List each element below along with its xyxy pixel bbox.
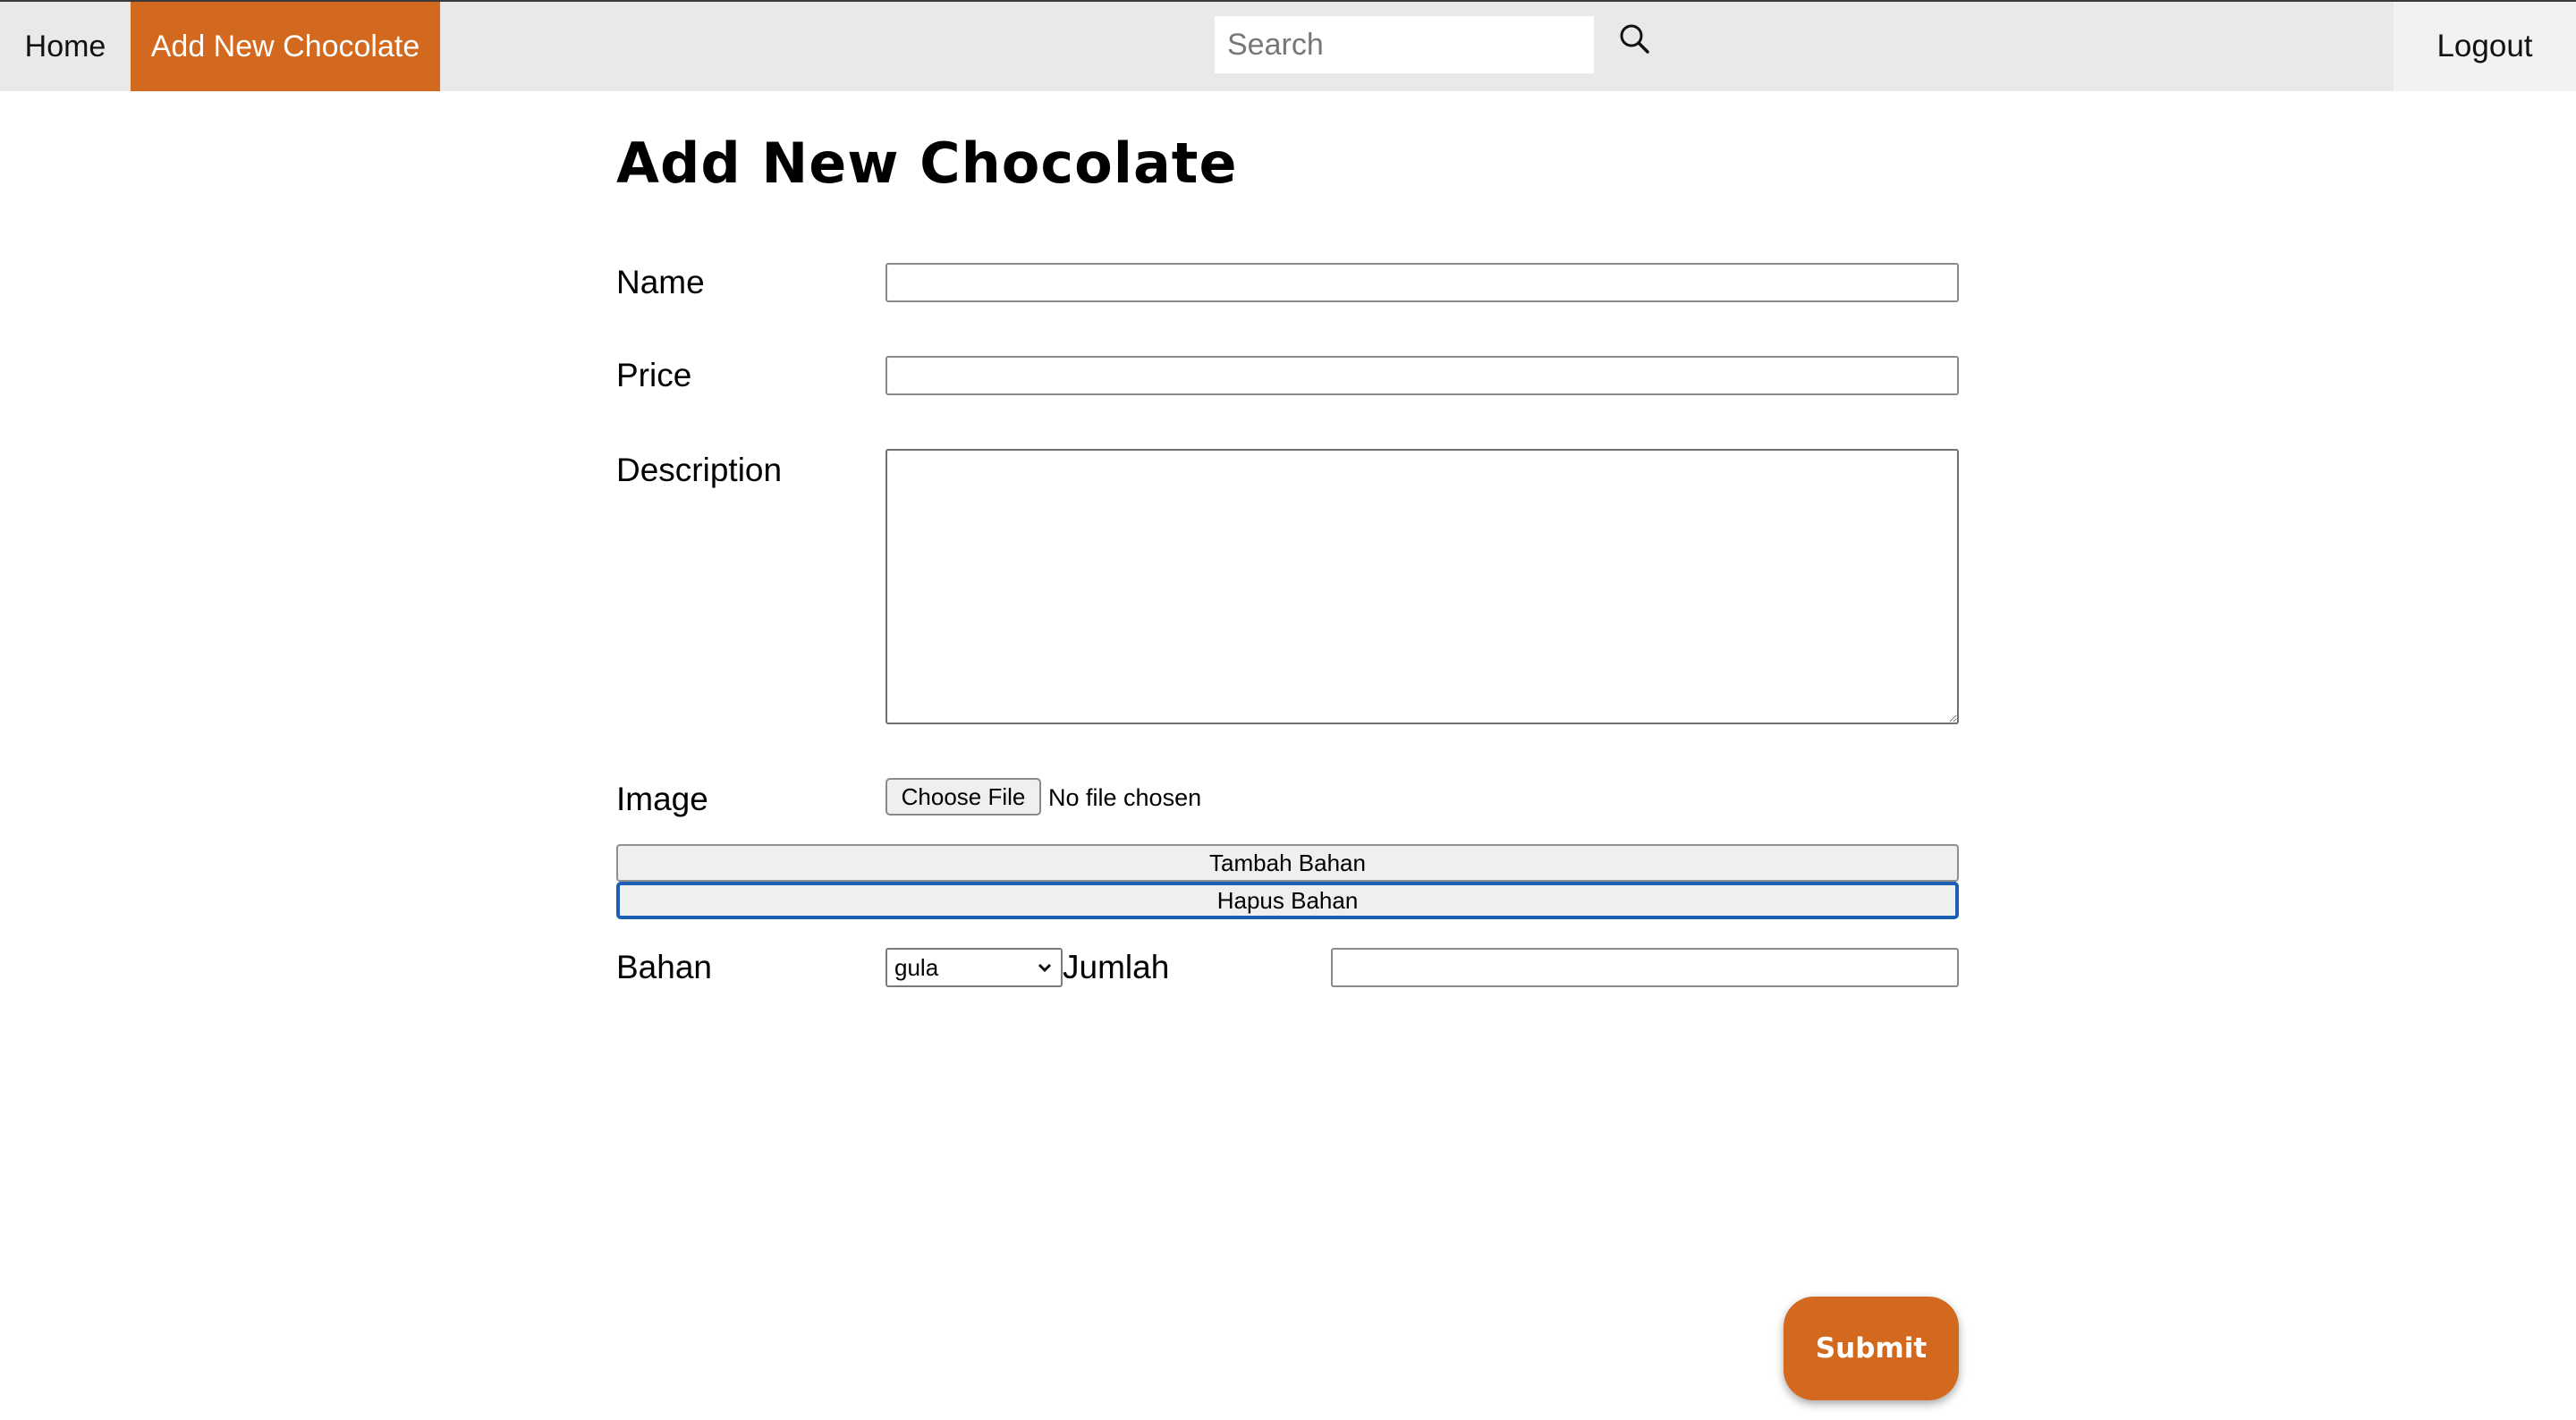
choose-file-button[interactable]: Choose File	[886, 778, 1041, 816]
name-label: Name	[616, 264, 705, 300]
amount-label: Jumlah	[1063, 949, 1170, 985]
nav-add-chocolate-link[interactable]: Add New Chocolate	[131, 2, 440, 91]
top-navbar: Home Add New Chocolate Logout	[0, 0, 2576, 91]
price-field[interactable]	[886, 356, 1959, 395]
image-label: Image	[616, 781, 708, 817]
chevron-down-icon	[1038, 963, 1052, 973]
submit-button[interactable]: Submit	[1784, 1297, 1959, 1400]
search-icon[interactable]	[1617, 21, 1653, 57]
ingredient-select[interactable]: gula	[886, 948, 1063, 987]
price-label: Price	[616, 357, 692, 393]
logout-link[interactable]: Logout	[2394, 2, 2576, 91]
nav-home-link[interactable]: Home	[0, 2, 131, 91]
name-field[interactable]	[886, 263, 1959, 302]
amount-field[interactable]	[1331, 948, 1959, 987]
page-title: Add New Chocolate	[616, 131, 1238, 196]
remove-ingredient-button[interactable]: Hapus Bahan	[616, 882, 1959, 919]
add-ingredient-button[interactable]: Tambah Bahan	[616, 844, 1959, 882]
ingredient-select-value: gula	[894, 953, 939, 981]
file-status-text: No file chosen	[1048, 784, 1202, 811]
ingredient-label: Bahan	[616, 949, 712, 985]
description-field[interactable]	[886, 449, 1959, 724]
description-label: Description	[616, 452, 783, 488]
search-input[interactable]	[1215, 16, 1594, 73]
